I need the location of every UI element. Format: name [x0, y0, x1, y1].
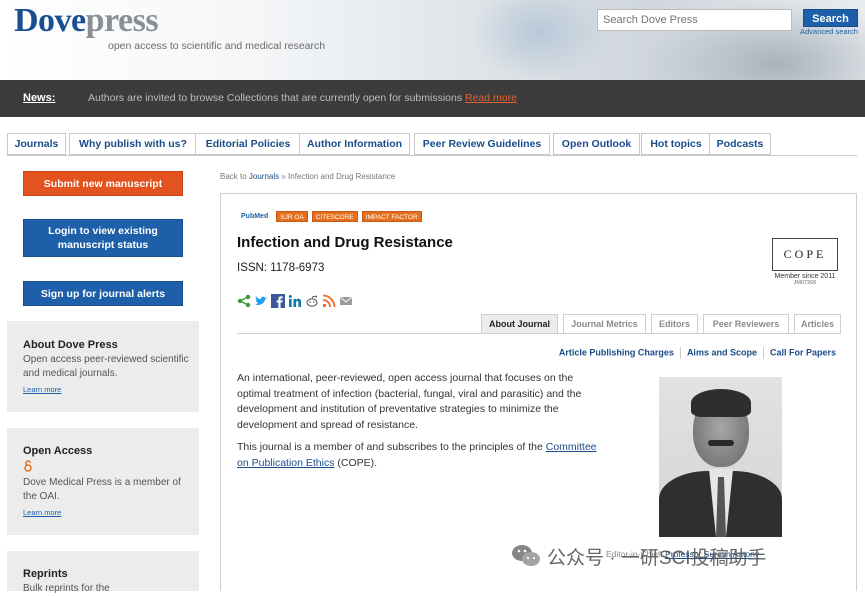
facebook-icon[interactable]: [271, 294, 285, 308]
sublink-separator: [762, 347, 764, 359]
submit-manuscript-button[interactable]: Submit new manuscript: [23, 171, 183, 196]
share-icon[interactable]: [237, 294, 251, 308]
cope-member-since: Member since 2011: [774, 273, 836, 280]
wechat-watermark: 公众号 · 一研SCI投稿助手: [511, 543, 767, 569]
breadcrumb-current: » Infection and Drug Resistance: [279, 172, 396, 181]
photo-hair: [691, 389, 751, 417]
journal-alerts-button[interactable]: Sign up for journal alerts: [23, 281, 183, 306]
search-input[interactable]: [597, 9, 792, 31]
sjr-badge[interactable]: SJR OA: [276, 210, 308, 222]
journal-title: Infection and Drug Resistance: [237, 234, 453, 251]
search-button[interactable]: Search: [803, 9, 858, 27]
tab-divider: [237, 333, 841, 334]
tab-editorial-policies[interactable]: Editorial Policies: [195, 133, 301, 155]
cope-membership-text: This journal is a member of and subscrib…: [237, 440, 597, 471]
email-icon[interactable]: [339, 294, 353, 308]
breadcrumb-journals-link[interactable]: Journals: [249, 172, 279, 181]
cope-text-start: This journal is a member of and subscrib…: [237, 441, 546, 453]
journal-issn: ISSN: 1178-6973: [237, 262, 325, 274]
citescore-badge[interactable]: CITESCORE: [311, 210, 358, 222]
call-for-papers-link[interactable]: Call For Papers: [770, 347, 836, 357]
social-share-bar: [237, 294, 353, 308]
reprints-panel: Reprints Bulk reprints for the: [7, 551, 199, 594]
tab-author-information[interactable]: Author Information: [299, 133, 410, 155]
panel-title: Reprints: [23, 568, 68, 580]
impact-factor-badge[interactable]: IMPACT FACTOR: [361, 210, 422, 222]
news-bar: News: Authors are invited to browse Coll…: [0, 80, 865, 117]
sublink-separator: [679, 347, 681, 359]
news-message: Authors are invited to browse Collection…: [88, 92, 466, 104]
article-publishing-charges-link[interactable]: Article Publishing Charges: [559, 347, 674, 357]
tab-why-publish[interactable]: Why publish with us?: [69, 133, 197, 155]
twitter-icon[interactable]: [254, 294, 268, 308]
tab-journals[interactable]: Journals: [7, 133, 66, 155]
cope-logo[interactable]: COPE Member since 2011 JM07206: [769, 238, 841, 290]
aims-and-scope-link[interactable]: Aims and Scope: [687, 347, 757, 357]
panel-title: Open Access: [23, 445, 93, 457]
logo-press: press: [85, 2, 159, 39]
breadcrumb: Back to Journals » Infection and Drug Re…: [220, 172, 395, 181]
login-manuscript-status-button[interactable]: Login to view existing manuscript status: [23, 219, 183, 257]
journal-sublinks: Article Publishing Charges Aims and Scope…: [559, 347, 836, 359]
watermark-text: 公众号 · 一研SCI投稿助手: [547, 547, 767, 569]
editor-in-chief-photo: [659, 377, 782, 537]
cope-text-end: (COPE).: [334, 456, 378, 469]
linkedin-icon[interactable]: [288, 294, 302, 308]
learn-more-link[interactable]: Learn more: [23, 385, 61, 394]
tab-peer-review-guidelines[interactable]: Peer Review Guidelines: [414, 133, 550, 155]
cope-member-id: JM07206: [793, 280, 817, 286]
panel-text: Open access peer-reviewed scientific and…: [23, 354, 189, 379]
cope-logo-mark: COPE: [772, 238, 838, 271]
tab-hot-topics[interactable]: Hot topics: [641, 133, 711, 155]
reddit-icon[interactable]: [305, 294, 319, 308]
tab-peer-reviewers[interactable]: Peer Reviewers: [703, 314, 789, 334]
tab-podcasts[interactable]: Podcasts: [709, 133, 771, 155]
panel-text: Bulk reprints for the: [23, 583, 110, 594]
open-access-lock-icon: [23, 459, 33, 472]
advanced-search-link[interactable]: Advanced search: [800, 27, 858, 36]
main-nav: Journals Why publish with us? Editorial …: [7, 133, 857, 156]
tab-journal-metrics[interactable]: Journal Metrics: [563, 314, 646, 334]
breadcrumb-prefix: Back to: [220, 172, 249, 181]
journal-panel: PubMed SJR OA CITESCORE IMPACT FACTOR In…: [220, 193, 857, 591]
news-label[interactable]: News:: [23, 92, 55, 104]
tab-articles[interactable]: Articles: [794, 314, 841, 334]
panel-text: Dove Medical Press is a member of the OA…: [23, 477, 181, 502]
rss-icon[interactable]: [322, 294, 336, 308]
news-text: Authors are invited to browse Collection…: [88, 92, 517, 104]
photo-mustache: [708, 440, 734, 446]
panel-title: About Dove Press: [23, 339, 118, 351]
tab-open-outlook[interactable]: Open Outlook: [553, 133, 640, 155]
site-tagline: open access to scientific and medical re…: [108, 40, 326, 52]
about-dove-press-panel: About Dove Press Open access peer-review…: [7, 321, 199, 412]
open-access-panel: Open Access Dove Medical Press is a memb…: [7, 428, 199, 535]
dovepress-logo[interactable]: Dovepress: [14, 2, 159, 40]
logo-dove: Dove: [14, 2, 86, 39]
tab-about-journal[interactable]: About Journal: [481, 314, 558, 334]
journal-description: An international, peer-reviewed, open ac…: [237, 372, 582, 431]
tab-editors[interactable]: Editors: [651, 314, 698, 334]
pubmed-badge[interactable]: PubMed: [241, 213, 268, 220]
learn-more-link[interactable]: Learn more: [23, 508, 61, 517]
header-banner-image: [470, 0, 610, 80]
news-read-more-link[interactable]: Read more: [465, 92, 517, 104]
site-header: Dovepress open access to scientific and …: [0, 0, 865, 80]
wechat-icon: [511, 543, 541, 569]
journal-badges: PubMed SJR OA CITESCORE IMPACT FACTOR: [241, 210, 422, 222]
